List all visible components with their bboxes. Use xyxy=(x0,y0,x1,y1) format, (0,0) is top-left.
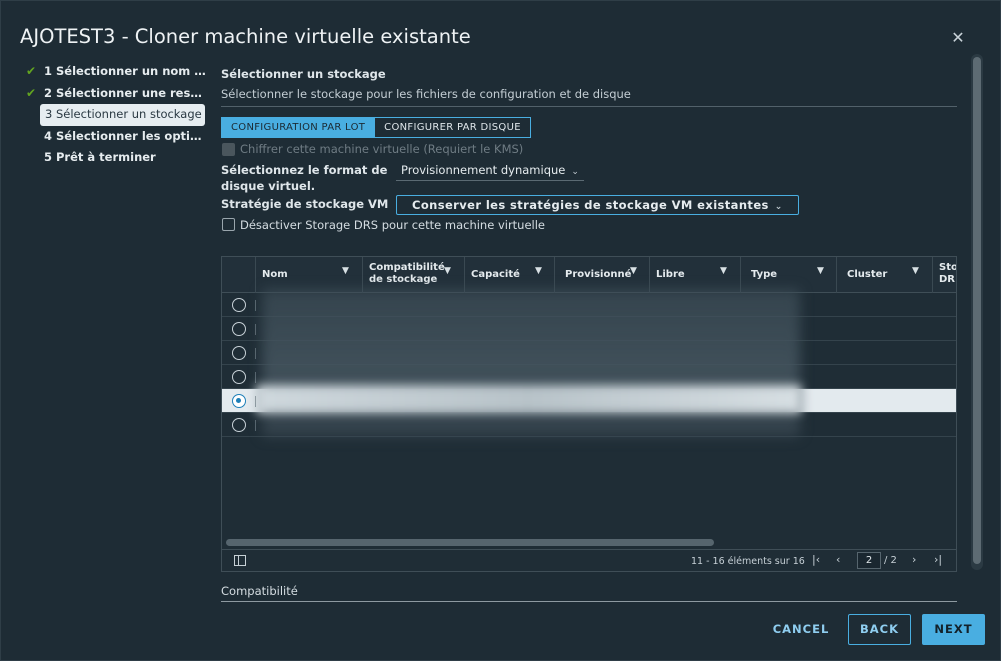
disk-format-value: Provisionnement dynamique xyxy=(401,163,566,177)
disk-format-dropdown[interactable]: Provisionnement dynamique ⌄ xyxy=(396,163,584,181)
disk-format-label: Sélectionnez le format de disque virtuel… xyxy=(221,163,387,193)
column-drs[interactable]: Sto DR xyxy=(933,257,957,293)
disk-format-label-line2: disque virtuel. xyxy=(221,179,316,193)
column-label: Libre xyxy=(656,269,685,280)
disk-format-label-line1: Sélectionnez le format de xyxy=(221,163,388,177)
step-4-label: 4 Sélectionner les options ... xyxy=(44,128,207,143)
row-radio[interactable] xyxy=(232,322,246,336)
step-2-label: 2 Sélectionner une ressour... xyxy=(44,85,207,100)
row-radio-selected[interactable] xyxy=(232,394,246,408)
row-radio[interactable] xyxy=(232,418,246,432)
filter-icon[interactable]: ▼ xyxy=(444,266,451,276)
compatibility-label: Compatibilité xyxy=(221,584,298,598)
storage-policy-value: Conserver les stratégies de stockage VM … xyxy=(412,198,769,212)
horizontal-scrollbar[interactable] xyxy=(226,539,714,546)
encrypt-checkbox[interactable] xyxy=(222,143,235,156)
column-capacite[interactable]: Capacité ▼ xyxy=(465,257,555,293)
divider xyxy=(255,420,256,431)
dialog-title: AJOTEST3 - Cloner machine virtuelle exis… xyxy=(20,25,471,48)
divider xyxy=(255,372,256,383)
page-total: / 2 xyxy=(884,555,897,566)
checkmark-icon: ✔ xyxy=(26,85,37,100)
column-label: Type xyxy=(751,269,778,280)
step-1[interactable]: ✔ 1 Sélectionner un nom et u... xyxy=(25,61,207,83)
column-toggle-icon[interactable] xyxy=(234,555,246,566)
chevron-down-icon: ⌄ xyxy=(571,167,579,177)
filter-icon[interactable]: ▼ xyxy=(817,266,824,276)
section-title: Sélectionner un stockage xyxy=(221,67,386,81)
encrypt-label: Chiffrer cette machine virtuelle (Requie… xyxy=(240,142,524,156)
section-description: Sélectionner le stockage pour les fichie… xyxy=(221,87,631,101)
storage-policy-label: Stratégie de stockage VM xyxy=(221,197,389,211)
column-libre[interactable]: Libre ▼ xyxy=(650,257,741,293)
clone-vm-dialog: AJOTEST3 - Cloner machine virtuelle exis… xyxy=(0,0,1001,661)
step-3-label: 3 Sélectionner un stockage xyxy=(45,107,202,121)
column-label-line2: DR xyxy=(939,274,956,285)
step-5[interactable]: 5 Prêt à terminer xyxy=(25,147,207,169)
redacted-selected-data xyxy=(256,385,801,413)
column-label-line1: Compatibilité xyxy=(369,262,445,273)
step-5-label: 5 Prêt à terminer xyxy=(44,150,156,164)
disable-drs-label: Désactiver Storage DRS pour cette machin… xyxy=(240,218,546,232)
column-label: Compatibilité de stockage xyxy=(369,262,445,286)
first-page-icon[interactable]: |‹ xyxy=(812,553,820,566)
divider xyxy=(255,324,256,335)
column-compat[interactable]: Compatibilité de stockage ▼ xyxy=(363,257,465,293)
grid-footer: 11 - 16 éléments sur 16 |‹ ‹ 2 / 2 › ›| xyxy=(222,549,956,571)
divider xyxy=(255,348,256,359)
select-column xyxy=(222,257,256,293)
batch-config-button[interactable]: CONFIGURATION PAR LOT xyxy=(221,117,376,138)
step-2[interactable]: ✔ 2 Sélectionner une ressour... xyxy=(25,83,207,105)
divider xyxy=(221,106,957,107)
filter-icon[interactable]: ▼ xyxy=(720,266,727,276)
divider xyxy=(221,601,957,602)
disable-drs-checkbox[interactable] xyxy=(222,218,235,231)
column-label-line2: de stockage xyxy=(369,274,438,285)
scrollbar-thumb[interactable] xyxy=(973,57,981,564)
back-button[interactable]: BACK xyxy=(848,614,911,645)
filter-icon[interactable]: ▼ xyxy=(342,266,349,276)
vertical-scrollbar[interactable] xyxy=(971,54,983,570)
column-label: Sto DR xyxy=(939,262,957,286)
chevron-down-icon: ⌄ xyxy=(774,202,783,212)
column-label-line1: Sto xyxy=(939,262,957,273)
step-3[interactable]: 3 Sélectionner un stockage xyxy=(40,104,205,126)
filter-icon[interactable]: ▼ xyxy=(535,266,542,276)
per-disk-config-button[interactable]: CONFIGURER PAR DISQUE xyxy=(375,117,531,138)
column-label: Provisionné xyxy=(565,269,632,280)
cancel-button[interactable]: CANCEL xyxy=(769,614,833,645)
grid-header: Nom ▼ Compatibilité de stockage ▼ Capacit… xyxy=(222,257,956,293)
next-page-icon[interactable]: › xyxy=(912,553,916,566)
row-radio[interactable] xyxy=(232,298,246,312)
column-provisionne[interactable]: Provisionné ▼ xyxy=(555,257,650,293)
datastore-grid: Nom ▼ Compatibilité de stockage ▼ Capacit… xyxy=(221,256,957,572)
column-nom[interactable]: Nom ▼ xyxy=(256,257,363,293)
column-cluster[interactable]: Cluster ▼ xyxy=(837,257,933,293)
column-label: Nom xyxy=(262,269,288,280)
column-label: Cluster xyxy=(847,269,888,280)
page-number-input[interactable]: 2 xyxy=(857,552,881,569)
row-radio[interactable] xyxy=(232,370,246,384)
previous-page-icon[interactable]: ‹ xyxy=(836,553,840,566)
checkmark-icon: ✔ xyxy=(26,64,37,78)
divider xyxy=(255,300,256,311)
column-type[interactable]: Type ▼ xyxy=(741,257,837,293)
close-icon[interactable]: ✕ xyxy=(949,29,967,47)
step-1-label: 1 Sélectionner un nom et u... xyxy=(44,64,207,78)
storage-policy-dropdown[interactable]: Conserver les stratégies de stockage VM … xyxy=(396,195,799,215)
pagination-summary: 11 - 16 éléments sur 16 xyxy=(691,556,805,567)
config-mode-toggle: CONFIGURATION PAR LOT CONFIGURER PAR DIS… xyxy=(221,117,531,138)
step-4[interactable]: 4 Sélectionner les options ... xyxy=(25,126,207,148)
last-page-icon[interactable]: ›| xyxy=(934,553,942,566)
wizard-steps: ✔ 1 Sélectionner un nom et u... ✔ 2 Séle… xyxy=(25,61,207,169)
filter-icon[interactable]: ▼ xyxy=(630,266,637,276)
next-button[interactable]: NEXT xyxy=(922,614,985,645)
column-label: Capacité xyxy=(471,269,520,280)
row-radio[interactable] xyxy=(232,346,246,360)
redacted-data xyxy=(262,289,800,437)
filter-icon[interactable]: ▼ xyxy=(912,266,919,276)
